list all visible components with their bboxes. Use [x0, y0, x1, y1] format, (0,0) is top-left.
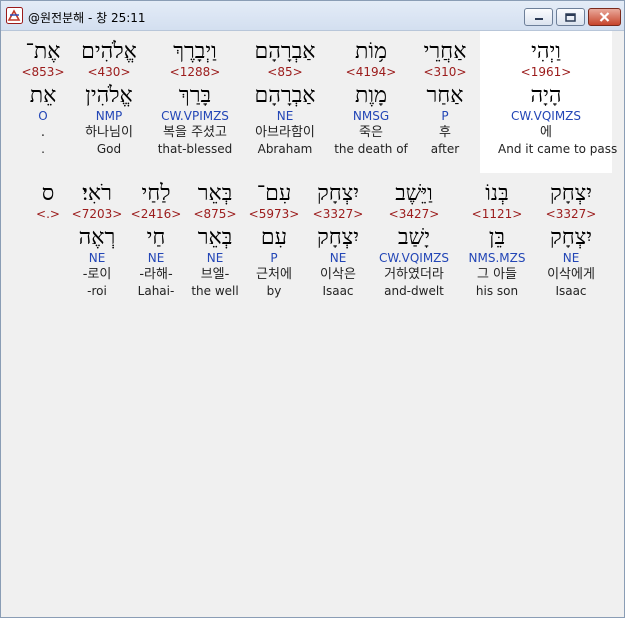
hebrew-lemma: בֵּן [488, 225, 506, 250]
english-gloss: Abraham [257, 142, 313, 156]
strongs-number: <853> [21, 65, 65, 79]
english-gloss: his son [475, 284, 519, 298]
english-gloss: And it came to pass [498, 142, 618, 156]
morph-code: NMSG [352, 109, 390, 123]
korean-gloss: -로이 [82, 267, 112, 282]
english-gloss: -roi [87, 284, 107, 298]
close-icon [599, 12, 610, 22]
strongs-number: <1288> [169, 65, 221, 79]
app-logo-icon [6, 7, 23, 24]
word-block[interactable]: אַבְרָהָם <85> אַבְרָהָם NE 아브라함이 Abraha… [237, 39, 333, 156]
word-block[interactable]: בְּנוֹ <1121> בֵּן NMS.MZS 그 아들 his son [449, 181, 545, 298]
morph-code: NE [88, 251, 106, 265]
hebrew-surface: ס [41, 181, 55, 206]
hebrew-surface: וַיְהִי [531, 39, 561, 64]
korean-gloss: 아브라함이 [255, 125, 315, 140]
hebrew-surface: אֶת־ [25, 39, 61, 64]
hebrew-lemma: הָיָה [530, 83, 562, 108]
strongs-number: <.> [36, 207, 60, 221]
korean-gloss: 죽은 [359, 125, 383, 140]
english-gloss: . [41, 142, 45, 156]
morph-code: CW.VQIMZS [510, 109, 582, 123]
english-gloss: the death of [334, 142, 408, 156]
hebrew-lemma: מָוֶת [354, 83, 388, 108]
minimize-button[interactable] [524, 8, 553, 26]
strongs-number: <1121> [471, 207, 523, 221]
morph-code: O [38, 109, 48, 123]
hebrew-lemma: אַבְרָהָם [254, 83, 316, 108]
hebrew-lemma: בָּרַךְ [178, 83, 212, 108]
word-block[interactable]: ס <.> [0, 181, 96, 221]
morph-code: CW.VPIMZS [161, 109, 229, 123]
maximize-icon [565, 12, 576, 22]
title-bar[interactable]: @원전분해 - 창 25:11 [1, 1, 624, 31]
word-block[interactable]: אֶת־ <853> אֵת O . . [0, 39, 91, 156]
window-title: @원전분해 - 창 25:11 [28, 11, 146, 25]
morph-code: NE [276, 109, 294, 123]
hebrew-surface: וַיְבָרֶךְ [173, 39, 217, 64]
hebrew-surface: מ֥וֹת [354, 39, 388, 64]
korean-gloss: . [40, 125, 46, 140]
word-block[interactable]: מ֥וֹת <4194> מָוֶת NMSG 죽은 the death of [323, 39, 419, 156]
interlinear-view: וַיְהִי <1961> הָיָה CW.VQIMZS 에 And it … [7, 31, 618, 613]
strongs-number: <1961> [520, 65, 572, 79]
app-window: @원전분해 - 창 25:11 וַיְהִי <1961> הָיָה CW.… [0, 0, 625, 618]
strongs-number: <85> [267, 65, 303, 79]
close-button[interactable] [588, 8, 621, 26]
hebrew-surface: בְּנוֹ [485, 181, 509, 206]
morph-code: NMS.MZS [468, 251, 526, 265]
korean-gloss: 에 [540, 125, 552, 140]
korean-gloss: 그 아들 [476, 267, 517, 282]
hebrew-lemma: רְאֶה [78, 225, 116, 250]
english-gloss: that-blessed [157, 142, 233, 156]
korean-gloss: 복을 주셨고 [163, 125, 227, 140]
maximize-button[interactable] [556, 8, 585, 26]
word-block[interactable]: וַיְהִי <1961> הָיָה CW.VQIMZS 에 And it … [498, 39, 618, 156]
word-block[interactable]: וַיְבָרֶךְ <1288> בָּרַךְ CW.VPIMZS 복을 주… [147, 39, 243, 156]
strongs-number: <4194> [345, 65, 397, 79]
minimize-icon [534, 18, 543, 20]
hebrew-surface: אַבְרָהָם [254, 39, 316, 64]
hebrew-lemma: אֵת [29, 83, 57, 108]
